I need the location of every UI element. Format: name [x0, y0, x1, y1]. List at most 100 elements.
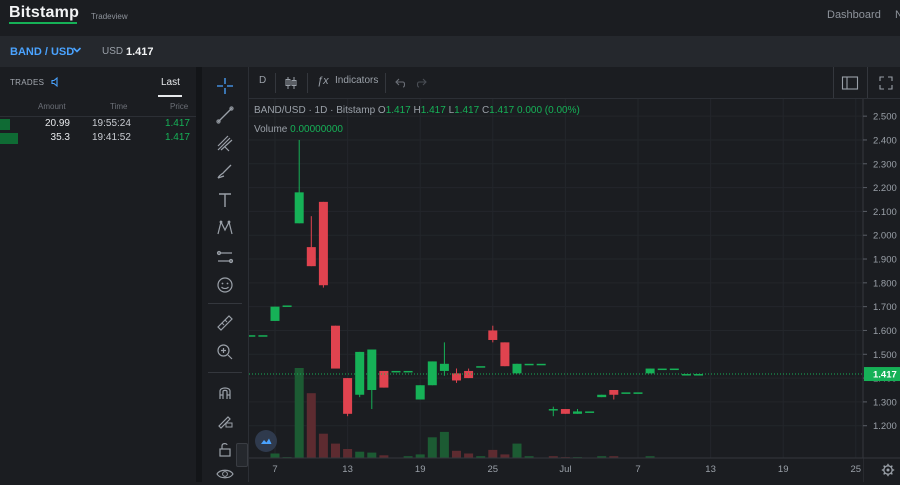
volume-bar	[464, 453, 474, 458]
legend-o-label: O	[377, 105, 386, 116]
tab-last[interactable]: Last	[161, 77, 180, 88]
magnet-icon[interactable]	[214, 381, 236, 403]
logo-underline	[9, 22, 77, 24]
legend-change: 0.000 (0.00%)	[516, 105, 580, 116]
candle-body	[548, 409, 558, 411]
x-tick-label: 19	[778, 464, 789, 475]
gear-tooth	[890, 472, 893, 475]
volume-bar	[500, 454, 510, 458]
pattern-icon[interactable]	[214, 217, 236, 239]
candles-icon[interactable]	[283, 75, 299, 91]
prediction-icon[interactable]	[214, 246, 236, 268]
candle-body	[391, 370, 401, 373]
settings-gear-icon[interactable]	[881, 463, 895, 477]
sound-icon[interactable]	[50, 76, 62, 88]
candle-body	[403, 370, 413, 373]
gear-tooth	[890, 465, 893, 468]
trades-header-row: Amount Time Price	[0, 102, 196, 116]
candle-body	[669, 368, 679, 371]
ruler-icon[interactable]	[214, 312, 236, 334]
cloud-icon	[261, 438, 272, 444]
layout-icon[interactable]	[841, 75, 859, 91]
x-tick-label: 19	[415, 464, 426, 475]
candle-body	[524, 363, 534, 366]
lock-drawings-icon[interactable]	[214, 409, 236, 431]
volume-bar	[488, 449, 498, 458]
toolbar-separator	[208, 372, 242, 373]
candle-body	[318, 201, 328, 286]
y-tick-label: 2.200	[873, 183, 897, 194]
trade-amount: 20.99	[44, 118, 70, 129]
candle-body	[512, 363, 522, 374]
pair-selector[interactable]: BAND / USD	[10, 46, 74, 58]
volume-bar	[331, 443, 340, 458]
time-axis	[249, 458, 863, 482]
x-tick-label: 25	[488, 464, 499, 475]
price-chart[interactable]: 2.500 2.400 2.300 2.200 2.100 2.000 1.900 1.800…	[249, 99, 900, 482]
text-tool-icon[interactable]	[214, 189, 236, 211]
volume-bar	[415, 454, 425, 458]
candle-body	[573, 411, 582, 414]
candle-body	[585, 411, 595, 413]
zoom-in-icon[interactable]	[214, 341, 236, 363]
volume-bar	[355, 451, 365, 458]
emoji-icon[interactable]	[214, 274, 236, 296]
gear-hub	[886, 468, 890, 472]
candle-body	[621, 392, 631, 394]
candle-body	[536, 363, 546, 366]
trade-row: 20.99 19:55:24 1.417	[0, 118, 196, 131]
legend-close: 1.417	[489, 105, 515, 116]
gear-tooth	[883, 465, 886, 468]
last-price-tag-label: 1.417	[873, 370, 897, 381]
x-tick-label: Jul	[559, 464, 571, 475]
x-tick-label: 13	[705, 464, 716, 475]
chevron-down-icon[interactable]	[72, 45, 82, 55]
legend-h-label: H	[413, 105, 421, 116]
candle-body	[560, 409, 570, 414]
collapse-toolbar-handle[interactable]	[236, 443, 248, 467]
y-tick-label: 1.500	[873, 350, 897, 361]
y-tick-label: 2.500	[873, 112, 897, 123]
candle-body	[355, 351, 365, 395]
volume-bar	[270, 453, 280, 458]
candle-body	[367, 349, 377, 390]
x-tick-label: 7	[635, 464, 640, 475]
candle-body	[476, 366, 486, 368]
pitchfork-icon[interactable]	[214, 132, 236, 154]
bitstamp-logo[interactable]: Bitstamp	[9, 4, 79, 22]
candle-body	[343, 378, 353, 414]
header-separator	[833, 67, 834, 98]
candle-body	[379, 370, 389, 388]
toolbar-separator	[208, 303, 242, 304]
candle-body	[694, 374, 703, 376]
indicators-button[interactable]: Indicators	[335, 75, 378, 86]
undo-icon[interactable]	[393, 76, 407, 90]
candlestick-chart-svg[interactable]: 2.500 2.400 2.300 2.200 2.100 2.000 1.900 1.800…	[249, 99, 900, 482]
interval-button[interactable]: D	[259, 75, 266, 86]
redo-icon[interactable]	[415, 76, 429, 90]
candle-body	[427, 361, 437, 386]
legend-low: 1.417	[454, 105, 480, 116]
fx-icon[interactable]: ƒx	[317, 75, 329, 87]
trend-line-icon[interactable]	[214, 104, 236, 126]
fullscreen-icon[interactable]	[878, 75, 894, 91]
candle-body	[597, 394, 607, 398]
y-tick-label: 1.200	[873, 421, 897, 432]
candle-body	[488, 330, 498, 340]
y-tick-label: 2.400	[873, 135, 897, 146]
tradingview-logo[interactable]	[255, 430, 277, 452]
candle-body	[609, 389, 619, 395]
volume-bar	[367, 452, 377, 458]
brush-icon[interactable]	[214, 160, 236, 182]
col-price: Price	[170, 102, 189, 111]
nav-next-link[interactable]: N	[895, 9, 900, 21]
drawing-toolbar	[202, 67, 249, 482]
legend-symbol: BAND/USD · 1D · Bitstamp	[254, 105, 376, 116]
nav-dashboard-link[interactable]: Dashboard	[827, 9, 881, 21]
crosshair-icon[interactable]	[214, 75, 236, 97]
header-separator	[385, 73, 386, 93]
unlock-icon[interactable]	[214, 438, 236, 460]
candle-body	[633, 392, 643, 394]
volume-legend: Volume 0.00000000	[254, 124, 343, 135]
trade-price: 1.417	[164, 132, 190, 143]
